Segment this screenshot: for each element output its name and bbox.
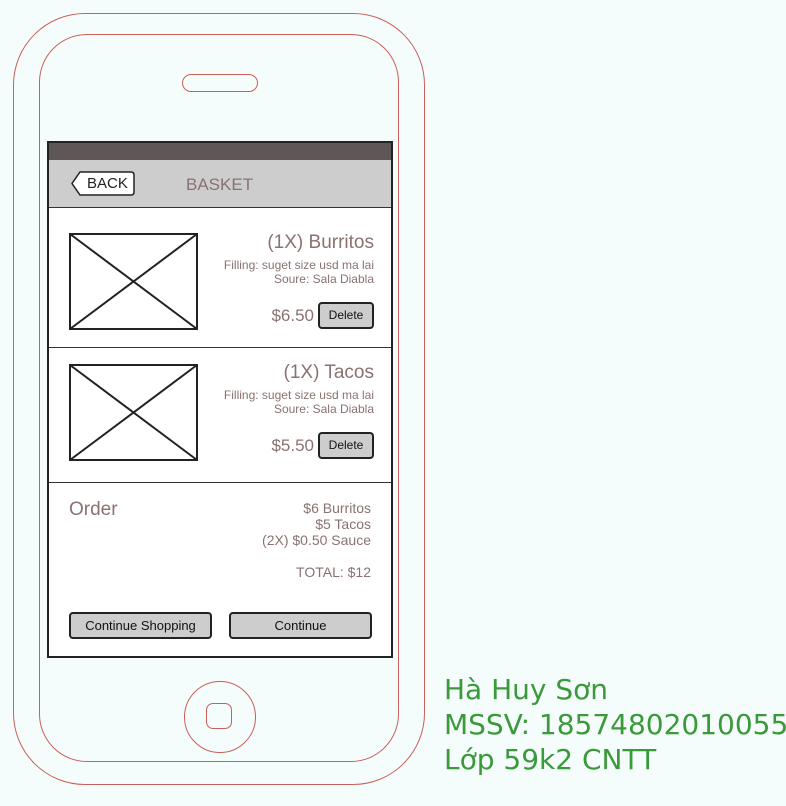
home-square-icon xyxy=(206,703,232,729)
back-button[interactable]: BACK xyxy=(71,171,135,196)
author-name: Hà Huy Sơn xyxy=(444,673,609,706)
continue-button[interactable]: Continue xyxy=(229,612,372,639)
item-filling: Filling: suget size usd ma lai xyxy=(223,258,374,272)
back-label: BACK xyxy=(87,175,128,192)
image-placeholder-icon xyxy=(69,233,198,330)
status-bar xyxy=(49,143,391,160)
author-mssv: MSSV: 18574802010055 xyxy=(444,708,786,741)
delete-button[interactable]: Delete xyxy=(318,432,374,459)
item-filling: Filling: suget size usd ma lai xyxy=(223,388,374,402)
speaker-icon xyxy=(182,74,258,92)
basket-item: (1X) Tacos Filling: suget size usd ma la… xyxy=(49,348,391,483)
item-title: (1X) Tacos xyxy=(283,362,374,383)
item-price: $6.50 xyxy=(271,306,314,325)
basket-item: (1X) Burritos Filling: suget size usd ma… xyxy=(49,207,391,348)
image-placeholder-icon xyxy=(69,364,198,461)
item-sauce: Soure: Sala Diabla xyxy=(273,402,374,416)
order-total: TOTAL: $12 xyxy=(296,564,371,580)
continue-shopping-button[interactable]: Continue Shopping xyxy=(69,612,212,639)
page-title: BASKET xyxy=(186,175,254,194)
order-line: $5 Tacos xyxy=(315,516,371,532)
author-class: Lớp 59k2 CNTT xyxy=(444,743,657,776)
order-line: (2X) $0.50 Sauce xyxy=(262,532,371,548)
app-screen: BACK BASKET (1X) Burritos Filling: suget… xyxy=(47,141,393,658)
delete-button[interactable]: Delete xyxy=(318,302,374,329)
item-title: (1X) Burritos xyxy=(267,232,374,253)
order-line: $6 Burritos xyxy=(303,500,371,516)
item-price: $5.50 xyxy=(271,436,314,455)
item-sauce: Soure: Sala Diabla xyxy=(273,272,374,286)
order-label: Order xyxy=(69,499,118,520)
nav-bar: BACK BASKET xyxy=(49,160,391,208)
